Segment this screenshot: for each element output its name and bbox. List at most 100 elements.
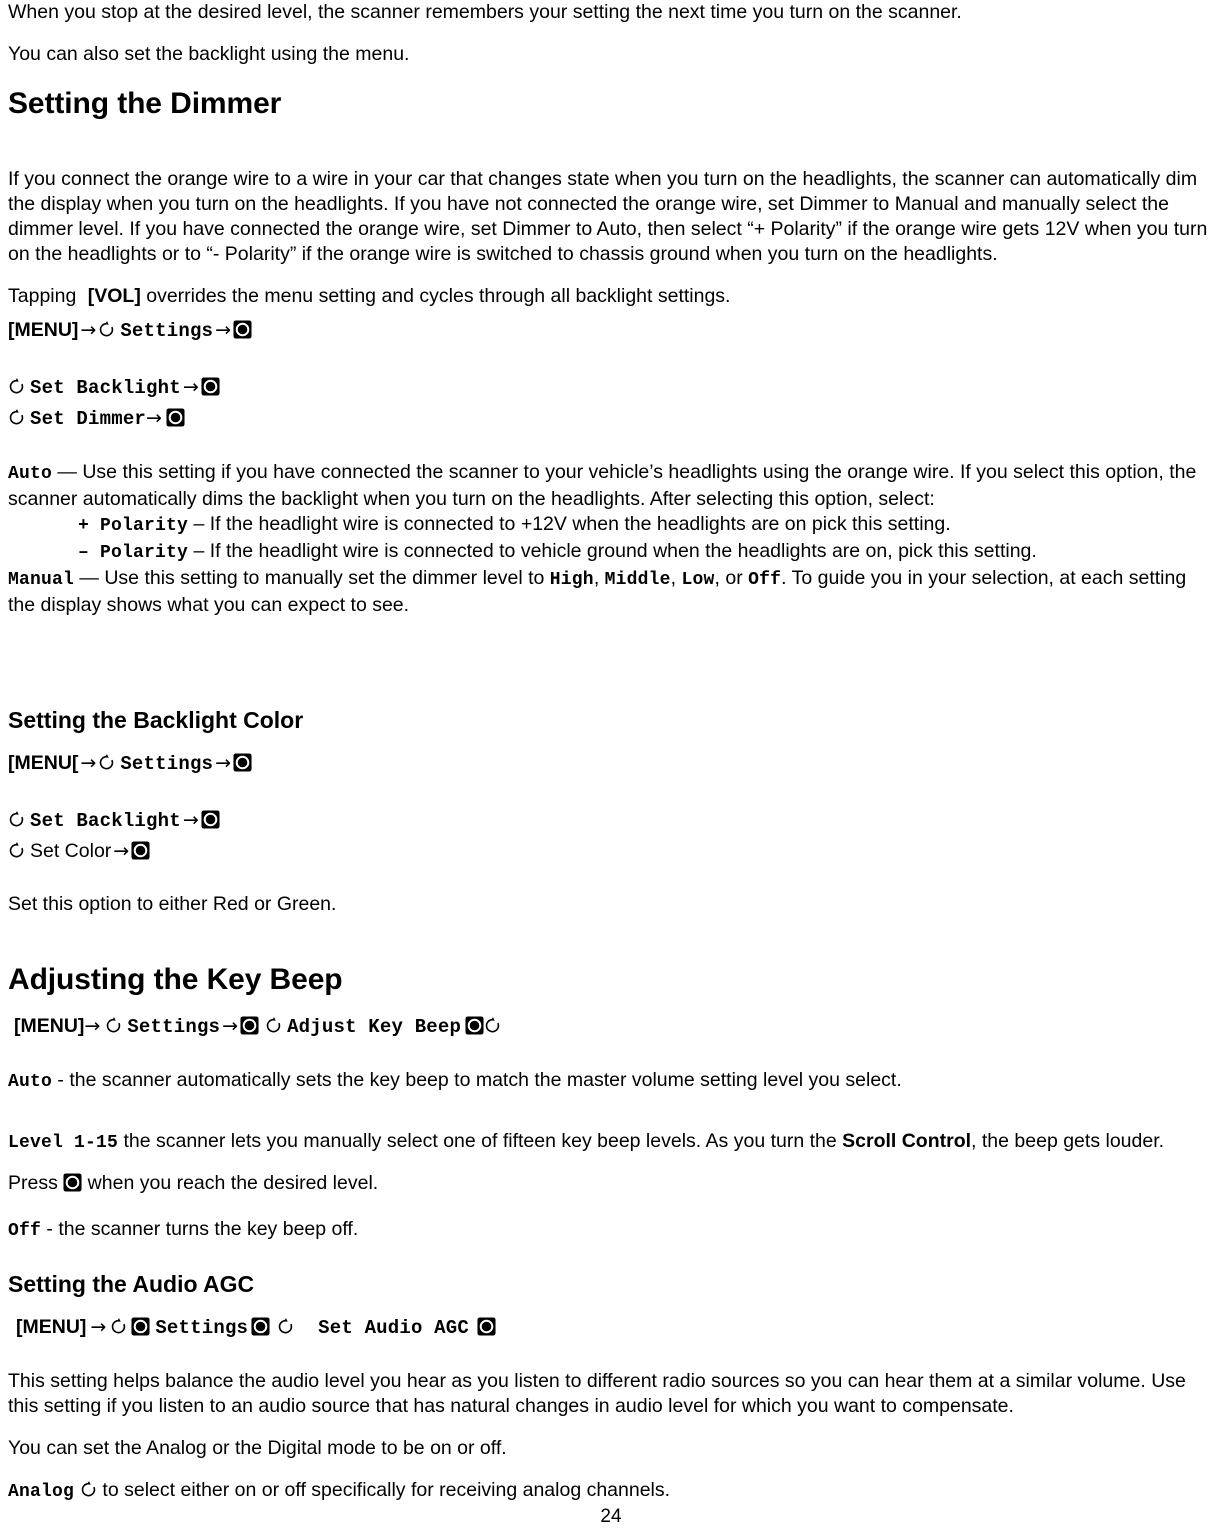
minus-polarity-term: – Polarity [78, 543, 189, 563]
intro-paragraph-1: When you stop at the desired level, the … [8, 1, 962, 23]
page-number: 24 [600, 1506, 622, 1527]
key-beep-level-paragraph: Level 1-15 the scanner lets you manually… [8, 1121, 1214, 1203]
scroll-control-icon [8, 377, 25, 396]
set-audio-agc-menu-label: Set Audio AGC [318, 1317, 469, 1339]
backlight-color-nav-line-3: Set Color → [8, 836, 1214, 866]
key-beep-off-term: Off [8, 1221, 42, 1241]
backlight-color-nav-line-1: [MENU[→ Settings → [8, 748, 1214, 779]
section-heading-setting-the-audio-agc: Setting the Audio AGC [8, 1271, 255, 1297]
adjust-key-beep-menu-label: Adjust Key Beep [287, 1016, 462, 1038]
dimmer-level-off: Off [748, 570, 782, 590]
arrow-icon: → [113, 840, 130, 862]
key-beep-level-text-1: the scanner lets you manually select one… [118, 1130, 843, 1152]
section-heading-setting-the-backlight-color: Setting the Backlight Color [8, 707, 304, 733]
dimmer-nav-line-2: Set Backlight → [8, 372, 1214, 403]
arrow-icon: → [182, 809, 199, 831]
scroll-control-icon [110, 1317, 127, 1336]
plus-polarity-text: – If the headlight wire is connected to … [188, 513, 951, 535]
auto-option-text: — Use this setting if you have connected… [8, 461, 1197, 510]
key-beep-nav-line: [MENU]→ Settings → Adjust Key Beep [8, 1011, 1214, 1042]
arrow-icon: → [90, 1316, 107, 1338]
scroll-control-icon [8, 810, 25, 829]
set-color-menu-label: Set Color [30, 840, 112, 862]
dimmer-manual-paragraph: Manual — Use this setting to manually se… [8, 566, 1214, 618]
key-beep-auto-paragraph: Auto - the scanner automatically sets th… [8, 1068, 1214, 1095]
scroll-control-icon [105, 1016, 122, 1035]
select-button-icon [201, 810, 220, 829]
scroll-control-icon [8, 841, 25, 860]
scroll-control-icon [265, 1016, 282, 1035]
menu-key-label: [MENU] [14, 1015, 85, 1037]
scroll-control-icon [98, 320, 115, 339]
scroll-control-icon [80, 1480, 97, 1499]
settings-menu-label: Settings [127, 1016, 221, 1038]
arrow-icon: → [182, 376, 199, 398]
manual-option-term: Manual [8, 570, 75, 590]
key-beep-level-term: Level 1-15 [8, 1133, 119, 1153]
menu-key-label: [MENU] [16, 1316, 87, 1338]
arrow-icon: → [84, 1015, 101, 1037]
tapping-prefix: Tapping [8, 285, 77, 307]
select-button-icon [477, 1317, 496, 1336]
set-backlight-menu-label: Set Backlight [30, 377, 181, 399]
section-heading-setting-the-dimmer: Setting the Dimmer [8, 87, 282, 120]
vol-key-label: [VOL] [87, 285, 141, 307]
separator: , [593, 567, 605, 589]
arrow-icon: → [215, 319, 232, 341]
audio-agc-paragraph-2: You can set the Analog or the Digital mo… [8, 1437, 507, 1459]
scroll-control-icon [8, 408, 25, 427]
minus-polarity-line: – Polarity – If the headlight wire is co… [8, 539, 1214, 566]
scroll-control-icon [277, 1317, 294, 1336]
select-button-icon [166, 408, 185, 427]
plus-polarity-line: + Polarity – If the headlight wire is co… [8, 512, 1214, 539]
key-beep-auto-term: Auto [8, 1072, 53, 1092]
manual-page: When you stop at the desired level, the … [0, 0, 1222, 1534]
arrow-icon: → [222, 1015, 239, 1037]
key-beep-level-text-3: when you reach the desired level. [82, 1172, 379, 1194]
scroll-control-icon [484, 1016, 501, 1035]
settings-menu-label: Settings [155, 1317, 249, 1339]
plus-polarity-term: + Polarity [78, 516, 189, 536]
tapping-suffix: overrides the menu setting and cycles th… [146, 285, 731, 307]
key-beep-off-paragraph: Off - the scanner turns the key beep off… [8, 1217, 1214, 1244]
manual-option-text-1: — Use this setting to manually set the d… [74, 567, 550, 589]
analog-text: to select either on or off specifically … [97, 1479, 671, 1501]
select-button-icon [63, 1173, 82, 1192]
audio-agc-nav-line: [MENU] → Settings Set Audio AGC [8, 1312, 1214, 1343]
dimmer-body-paragraph: If you connect the orange wire to a wire… [8, 168, 1208, 265]
arrow-icon: → [80, 752, 97, 774]
intro-paragraph-2: You can also set the backlight using the… [8, 43, 410, 65]
arrow-icon: → [146, 407, 162, 429]
arrow-icon: → [215, 752, 232, 774]
select-button-icon [251, 1317, 270, 1336]
select-button-icon [201, 377, 220, 396]
tapping-vol-line: Tapping [VOL] overrides the menu setting… [8, 284, 1214, 309]
backlight-color-nav-line-2: Set Backlight → [8, 805, 1214, 836]
separator: , [670, 567, 682, 589]
dimmer-nav-line-3: Set Dimmer→ [8, 403, 1214, 434]
auto-option-term: Auto [8, 464, 53, 484]
set-backlight-menu-label: Set Backlight [30, 810, 181, 832]
select-button-icon [233, 320, 252, 339]
select-button-icon [240, 1016, 259, 1035]
settings-menu-label: Settings [120, 753, 214, 775]
section-heading-adjusting-the-key-beep: Adjusting the Key Beep [8, 963, 343, 996]
select-button-icon [131, 841, 150, 860]
scroll-control-icon [98, 753, 115, 772]
separator: , or [714, 567, 749, 589]
backlight-color-body: Set this option to either Red or Green. [8, 893, 337, 915]
audio-agc-paragraph-1: This setting helps balance the audio lev… [8, 1370, 1186, 1417]
